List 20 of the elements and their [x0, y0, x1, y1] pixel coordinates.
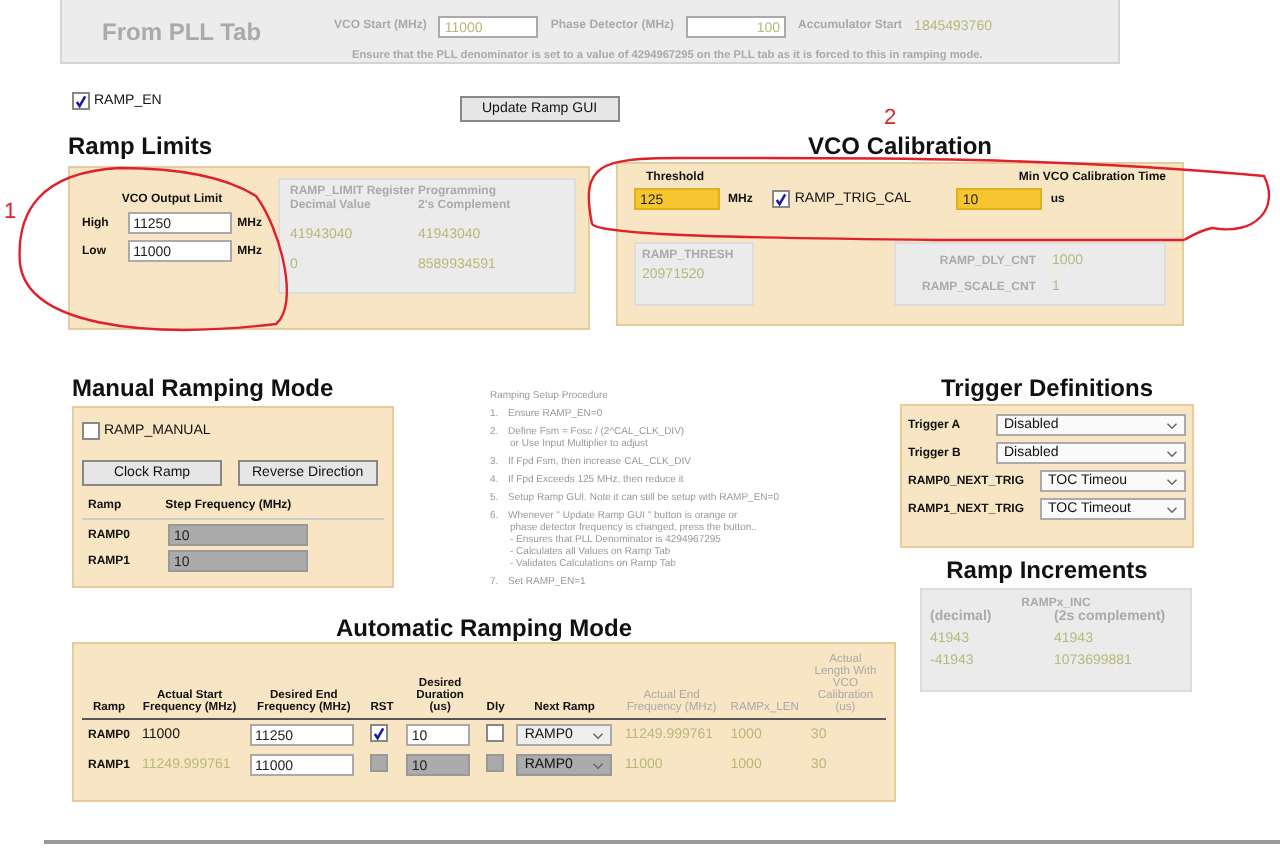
checkbox[interactable]	[772, 190, 791, 208]
checkbox[interactable]	[486, 724, 505, 742]
caret-icon	[1166, 505, 1178, 513]
section-heading: Manual Ramping Mode	[72, 374, 336, 402]
section-heading: Automatic Ramping Mode	[333, 614, 634, 642]
caret-icon	[1166, 477, 1178, 485]
checkbox[interactable]	[72, 92, 90, 110]
section-heading: Ramp Limits	[68, 132, 215, 160]
caret-icon	[592, 761, 605, 769]
checkbox[interactable]	[370, 724, 389, 743]
annotation-number: 2	[884, 106, 897, 130]
section-heading: VCO Calibration	[807, 132, 992, 160]
checkbox[interactable]	[82, 422, 100, 440]
caret-icon	[592, 731, 605, 739]
section-heading: Trigger Definitions	[938, 374, 1155, 402]
caret-icon	[1166, 421, 1178, 429]
caret-icon	[1166, 449, 1178, 457]
annotation-number: 1	[4, 200, 17, 224]
panel-title: From PLL Tab	[102, 18, 264, 46]
section-heading: Ramp Increments	[944, 556, 1150, 584]
